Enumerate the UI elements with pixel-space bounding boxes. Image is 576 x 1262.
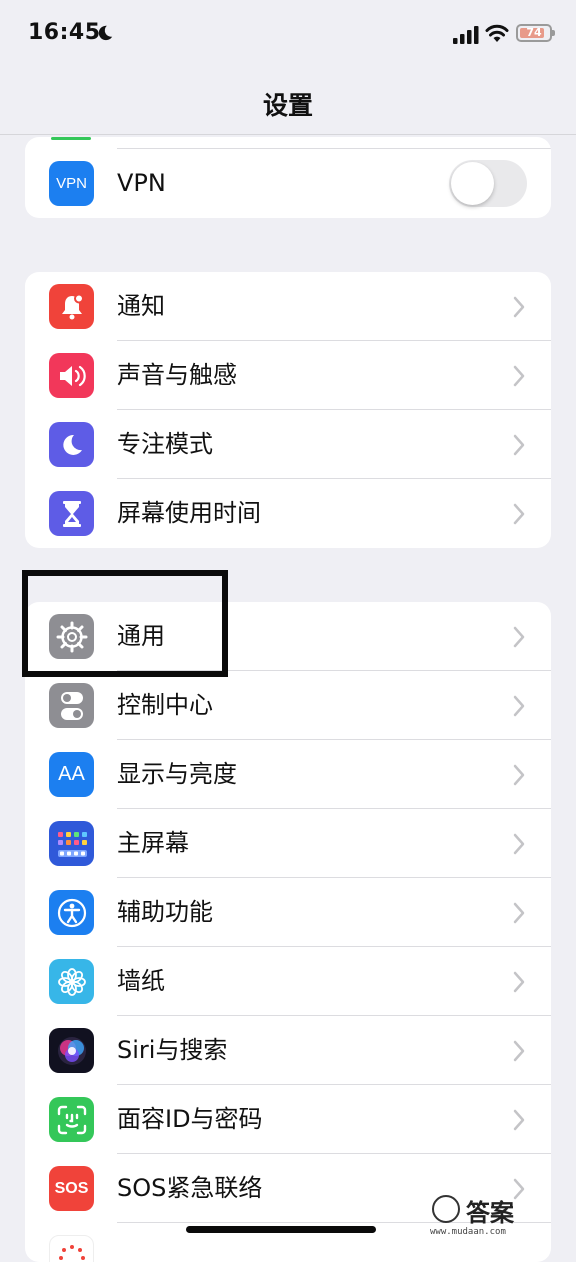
settings-row-screen-time[interactable]: 屏幕使用时间 xyxy=(25,479,551,548)
cellular-icon-edge xyxy=(51,137,91,140)
switches-icon xyxy=(49,683,94,728)
chevron-right-icon xyxy=(513,764,525,786)
chevron-right-icon xyxy=(513,1040,525,1062)
bell-icon xyxy=(49,284,94,329)
settings-row-label: 主屏幕 xyxy=(117,829,189,857)
settings-row-display[interactable]: AA 显示与亮度 xyxy=(25,740,551,809)
settings-row-home-screen[interactable]: 主屏幕 xyxy=(25,809,551,878)
chevron-right-icon xyxy=(513,365,525,387)
settings-row-label: 面容ID与密码 xyxy=(117,1105,263,1133)
face-id-icon xyxy=(49,1097,94,1142)
settings-row-vpn[interactable]: VPN VPN xyxy=(25,149,551,218)
moon-icon xyxy=(49,422,94,467)
settings-row-label: 通知 xyxy=(117,292,165,320)
settings-row-face-id[interactable]: 面容ID与密码 xyxy=(25,1085,551,1154)
chevron-right-icon xyxy=(513,902,525,924)
watermark-title: 答案 xyxy=(466,1199,514,1227)
sos-icon: SOS xyxy=(49,1166,94,1211)
settings-row-label: 辅助功能 xyxy=(117,898,213,926)
speaker-icon xyxy=(49,353,94,398)
settings-row-label: 屏幕使用时间 xyxy=(117,499,261,527)
settings-row-control-center[interactable]: 控制中心 xyxy=(25,671,551,740)
settings-row-wallpaper[interactable]: 墙纸 xyxy=(25,947,551,1016)
settings-row-label: 墙纸 xyxy=(117,967,165,995)
chevron-right-icon xyxy=(513,434,525,456)
chevron-right-icon xyxy=(513,626,525,648)
settings-row-label: SOS紧急联络 xyxy=(117,1174,263,1202)
exposure-icon xyxy=(49,1235,94,1262)
chevron-right-icon xyxy=(513,1109,525,1131)
settings-row-label: VPN xyxy=(117,169,166,197)
notifications-group: 通知 声音与触感 专注模式 屏幕使用时间 xyxy=(25,272,551,548)
home-indicator[interactable] xyxy=(186,1226,376,1233)
settings-row-notifications[interactable]: 通知 xyxy=(25,272,551,341)
vpn-icon: VPN xyxy=(49,161,94,206)
chevron-right-icon xyxy=(513,695,525,717)
nav-divider xyxy=(0,134,576,135)
watermark-logo: 答案 www.mudaan.com xyxy=(428,1193,558,1237)
highlight-box xyxy=(22,570,228,677)
battery-icon: 74 xyxy=(516,24,555,42)
text-size-icon: AA xyxy=(49,752,94,797)
chevron-right-icon xyxy=(513,503,525,525)
vpn-toggle[interactable] xyxy=(449,160,527,207)
settings-row-accessibility[interactable]: 辅助功能 xyxy=(25,878,551,947)
status-bar: 16:45 74 xyxy=(0,0,576,70)
siri-icon xyxy=(49,1028,94,1073)
home-grid-icon xyxy=(49,821,94,866)
hourglass-icon xyxy=(49,491,94,536)
page-title: 设置 xyxy=(262,91,313,120)
settings-row-sounds[interactable]: 声音与触感 xyxy=(25,341,551,410)
flower-icon xyxy=(49,959,94,1004)
watermark-url: www.mudaan.com xyxy=(430,1227,506,1237)
general-group: 通用 控制中心 AA 显示与亮度 主屏幕 辅助功能 墙纸 Siri与搜索 面容I… xyxy=(25,602,551,1262)
chevron-right-icon xyxy=(513,296,525,318)
settings-row-label: 声音与触感 xyxy=(117,361,237,389)
settings-row-focus[interactable]: 专注模式 xyxy=(25,410,551,479)
settings-row-siri[interactable]: Siri与搜索 xyxy=(25,1016,551,1085)
battery-level: 74 xyxy=(526,26,542,39)
focus-moon-icon xyxy=(98,25,113,41)
status-time: 16:45 xyxy=(28,20,101,45)
cellular-signal-icon xyxy=(453,26,479,44)
chevron-right-icon xyxy=(513,971,525,993)
settings-row-label: 显示与亮度 xyxy=(117,760,237,788)
network-group: VPN VPN xyxy=(25,137,551,218)
chevron-right-icon xyxy=(513,833,525,855)
watermark-circle-icon xyxy=(432,1195,460,1223)
settings-row-label: 控制中心 xyxy=(117,691,213,719)
accessibility-icon xyxy=(49,890,94,935)
wifi-icon xyxy=(485,24,509,42)
settings-row-label: 专注模式 xyxy=(117,430,213,458)
settings-row-label: Siri与搜索 xyxy=(117,1036,228,1064)
